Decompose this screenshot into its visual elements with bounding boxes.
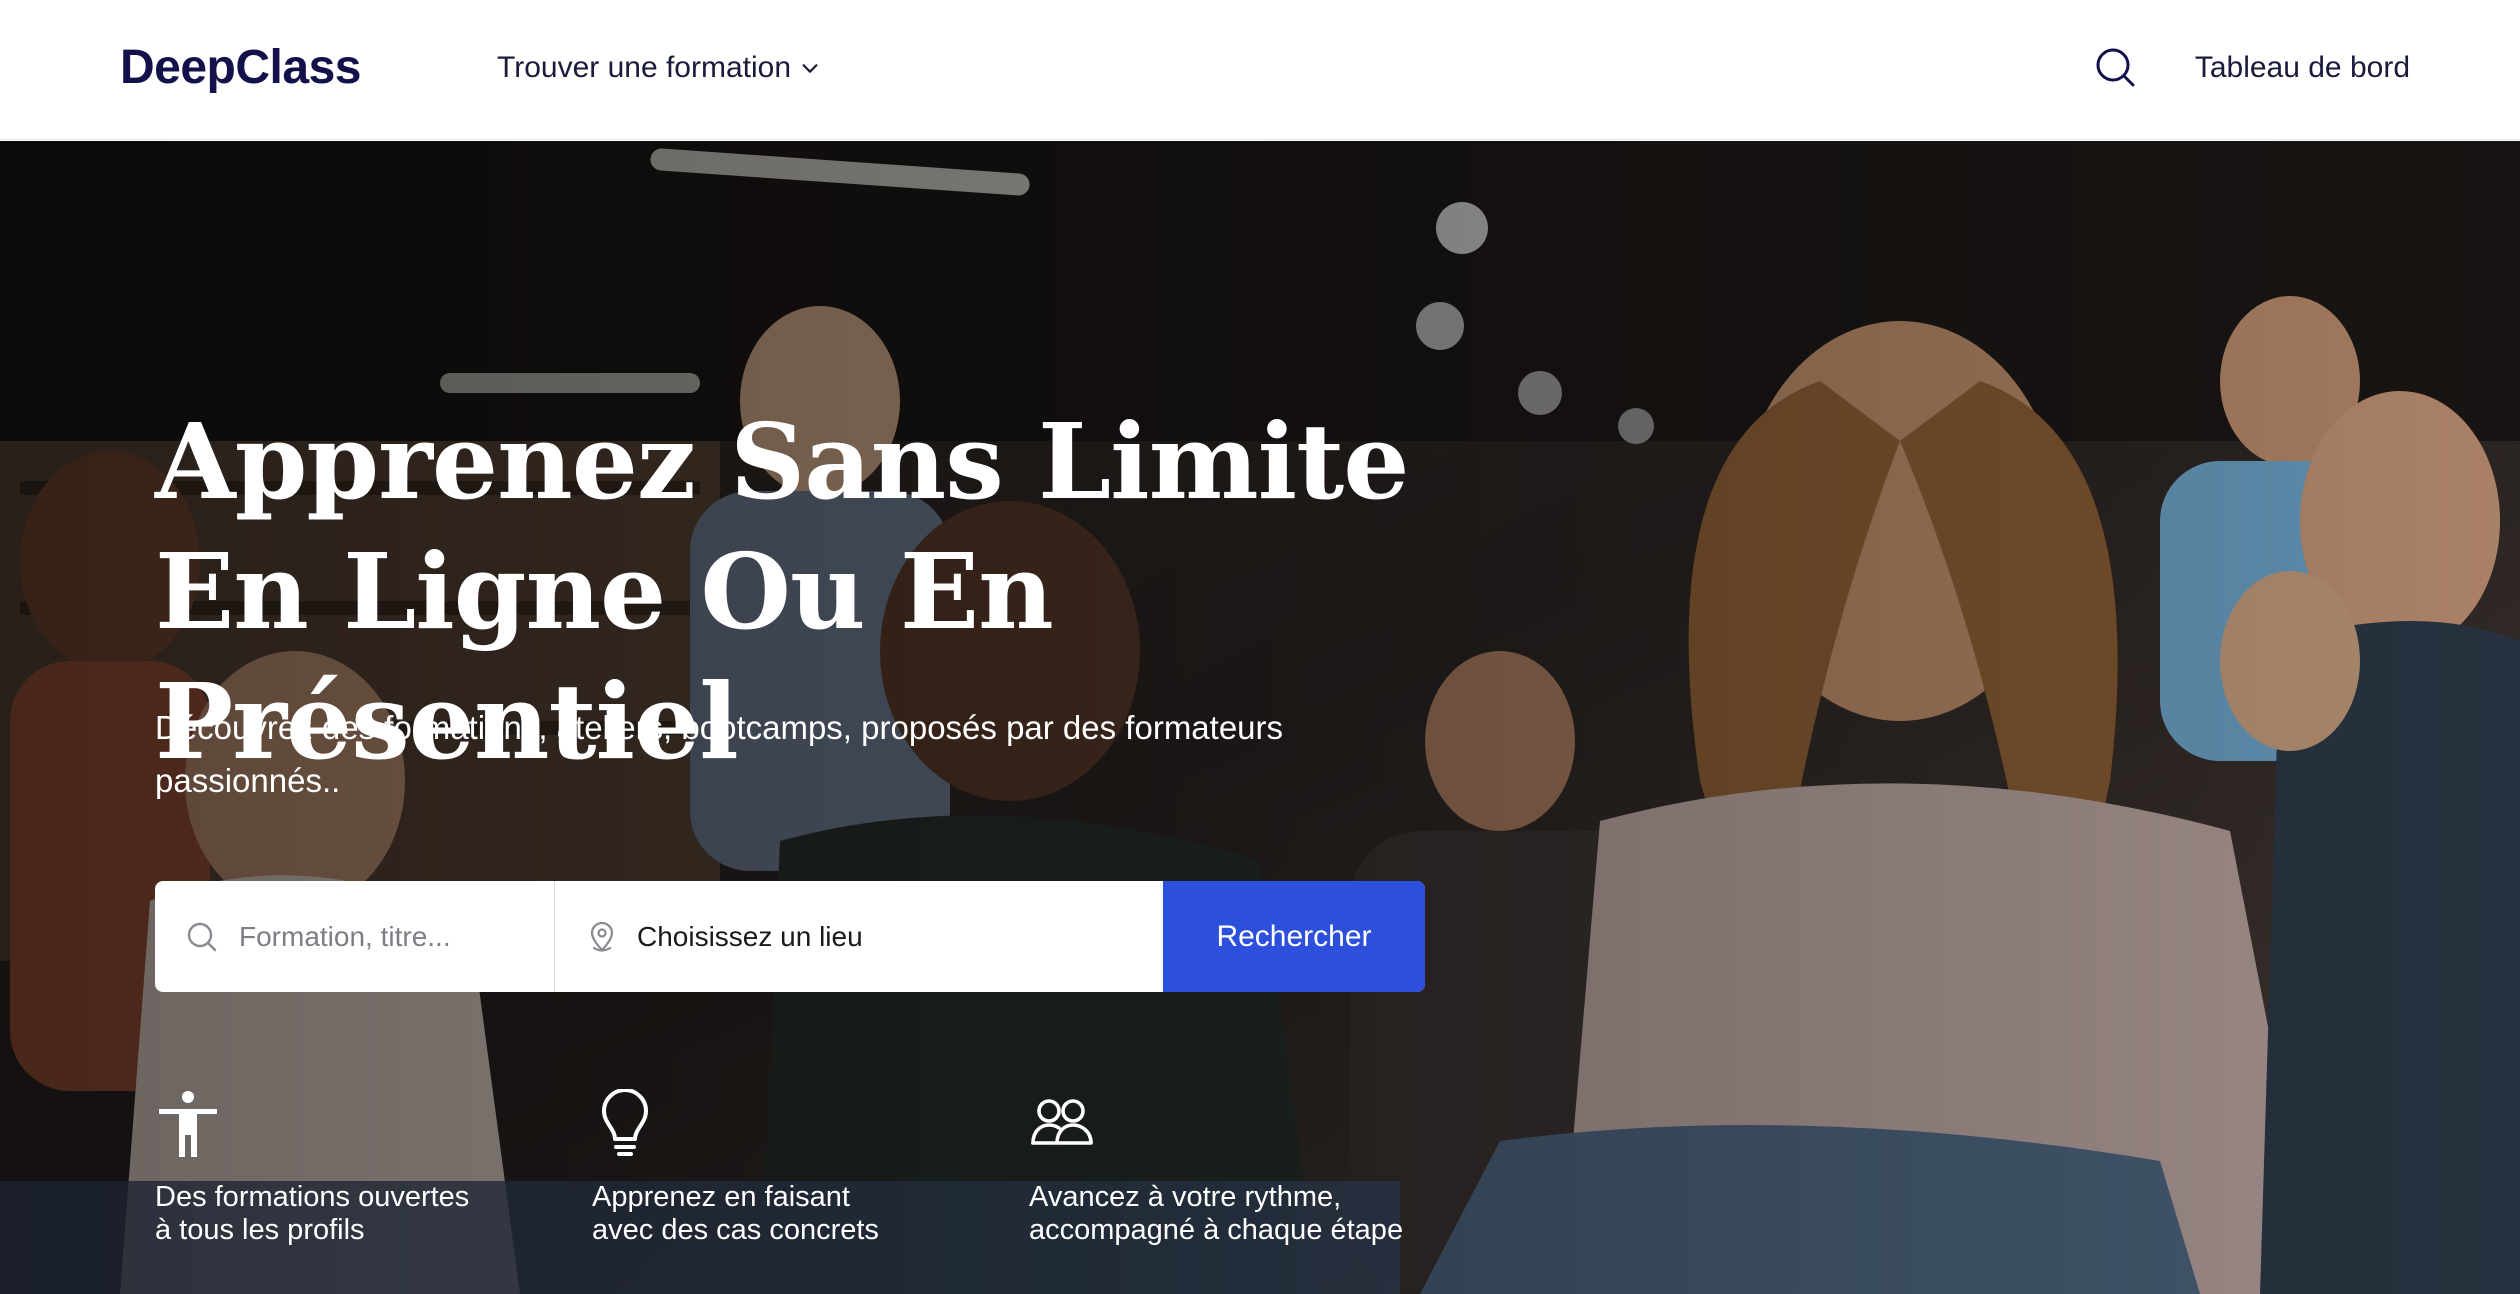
accessibility-person-icon xyxy=(159,1091,217,1157)
lightbulb-icon xyxy=(602,1089,648,1156)
feature-item: Apprenez en faisant avec des cas concret… xyxy=(592,1089,1012,1247)
logo[interactable]: DeepClass xyxy=(120,40,361,96)
search-button[interactable]: Rechercher xyxy=(1163,881,1425,992)
search-icon[interactable] xyxy=(2094,46,2136,88)
location-label: Choisissez un lieu xyxy=(637,920,863,952)
chevron-down-icon xyxy=(802,64,818,73)
feature-text: Apprenez en faisant avec des cas concret… xyxy=(592,1181,879,1246)
dashboard-link[interactable]: Tableau de bord xyxy=(2195,48,2410,88)
find-training-label: Trouver une formation xyxy=(497,51,792,84)
map-pin-icon xyxy=(590,921,614,952)
users-icon xyxy=(1031,1099,1093,1145)
hero-subtitle: Découvrez des formations, ateliers, boot… xyxy=(155,709,1284,799)
training-search-input[interactable] xyxy=(237,919,537,954)
feature-item: Avancez à votre rythme, accompagné à cha… xyxy=(1029,1089,1449,1247)
hero-section: Apprenez Sans Limite En Ligne Ou En Prés… xyxy=(0,141,2520,1294)
feature-item: Des formations ouvertes à tous les profi… xyxy=(155,1089,575,1247)
location-select[interactable]: Choisissez un lieu xyxy=(555,881,1163,992)
feature-text: Des formations ouvertes à tous les profi… xyxy=(155,1181,470,1246)
find-training-dropdown[interactable]: Trouver une formation xyxy=(497,48,821,88)
search-icon xyxy=(187,922,217,951)
site-header: DeepClass Trouver une formation Tableau … xyxy=(0,0,2520,140)
feature-text: Avancez à votre rythme, accompagné à cha… xyxy=(1029,1181,1404,1246)
search-bar: Choisissez un lieu Rechercher xyxy=(155,881,1425,992)
training-search-field[interactable] xyxy=(155,881,555,992)
